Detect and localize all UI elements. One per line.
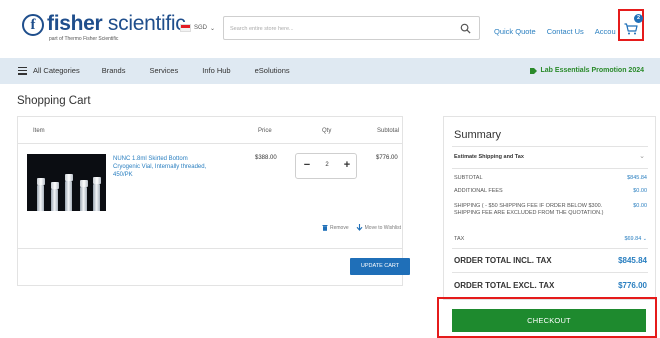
estimate-shipping-toggle[interactable]: Estimate Shipping and Tax [454,154,524,160]
cart-items-panel: Item Price Qty Subtotal NUNC 1.8ml Skirt… [17,116,410,286]
currency-selector[interactable]: SGD ⌄ [180,24,215,32]
header-links: Quick Quote Contact Us Accou [494,27,616,36]
order-total-excl-row: ORDER TOTAL EXCL. TAX $776.00 [454,281,647,290]
move-to-wishlist-button[interactable]: Move to Wishlist [356,224,401,231]
tax-label: TAX [454,236,465,242]
column-header-price: Price [258,128,272,134]
total-divider [452,272,648,273]
fees-label: ADDITIONAL FEES [454,188,503,194]
search-input[interactable] [230,22,450,35]
logo-wordmark: fisher scientific [47,12,186,35]
chevron-down-icon[interactable]: ⌄ [639,152,645,160]
nav-info-hub[interactable]: Info Hub [202,66,230,75]
search-icon[interactable] [460,23,471,34]
order-total-incl-row: ORDER TOTAL INCL. TAX $845.84 [454,256,647,265]
update-cart-button[interactable]: UPDATE CART [350,258,410,275]
item-subtotal: $776.00 [376,155,398,161]
cart-count-badge: 2 [634,14,643,23]
main-navigation: All Categories Brands Services Info Hub … [0,58,660,84]
nav-services[interactable]: Services [149,66,178,75]
site-header: f fisher scientific part of Thermo Fishe… [0,0,660,58]
fees-value: $0.00 [633,188,647,194]
page-title: Shopping Cart [17,95,91,107]
summary-title: Summary [454,129,502,141]
product-name-link[interactable]: NUNC 1.8ml Skirted Bottom Cryogenic Vial… [113,155,208,179]
increase-quantity-button[interactable]: + [340,159,354,173]
subtotal-row: SUBTOTAL $845.84 [454,175,647,182]
currency-label: SGD [194,25,208,31]
total-incl-value: $845.84 [618,256,647,265]
column-header-item: Item [33,128,45,134]
total-excl-value: $776.00 [618,281,647,290]
column-header-subtotal: Subtotal [377,128,400,134]
quantity-value[interactable]: 2 [321,162,333,168]
estimate-divider [452,168,648,169]
chevron-down-icon: ⌄ [210,25,216,32]
subtotal-label: SUBTOTAL [454,175,483,181]
shipping-row: SHIPPING ( - $50 SHIPPING FEE IF ORDER B… [454,203,647,217]
quick-quote-link[interactable]: Quick Quote [494,27,536,36]
nav-esolutions[interactable]: eSolutions [255,66,290,75]
logo-subtitle: part of Thermo Fisher Scientific [49,36,119,42]
remove-button[interactable]: Remove [322,224,349,231]
account-link[interactable]: Accou [595,27,616,36]
tax-row[interactable]: TAX $69.84 ⌄ [454,236,647,243]
shopping-cart-icon[interactable] [624,23,638,35]
total-excl-label: ORDER TOTAL EXCL. TAX [454,281,555,290]
header-divider [18,143,402,144]
contact-us-link[interactable]: Contact Us [547,27,584,36]
quantity-stepper: − 2 + [295,153,357,179]
total-incl-label: ORDER TOTAL INCL. TAX [454,256,552,265]
promo-label: Lab Essentials Promotion 2024 [540,67,644,74]
search-bar [223,16,480,40]
summary-title-divider [452,146,648,147]
shipping-value: $0.00 [633,203,647,209]
wishlist-label: Move to Wishlist [364,224,402,231]
nav-brands[interactable]: Brands [102,66,126,75]
shipping-label: SHIPPING ( - $50 SHIPPING FEE IF ORDER B… [454,203,604,216]
tag-icon [529,67,537,74]
item-actions: Remove Move to Wishlist [322,224,408,231]
remove-label: Remove [330,224,349,231]
tax-value: $69.84 [624,236,642,242]
singapore-flag-icon [180,24,191,32]
checkout-button[interactable]: CHECKOUT [452,309,646,332]
product-image[interactable] [27,154,106,211]
nav-all-categories[interactable]: All Categories [33,66,80,75]
trash-icon [322,225,328,231]
fisher-scientific-logo[interactable]: f fisher scientific part of Thermo Fishe… [22,12,186,48]
column-header-qty: Qty [322,128,332,134]
promo-link[interactable]: Lab Essentials Promotion 2024 [529,67,644,74]
item-price: $388.00 [255,155,277,161]
arrow-down-icon [356,224,363,231]
decrease-quantity-button[interactable]: − [300,159,314,173]
chevron-down-icon: ⌄ [642,236,647,242]
additional-fees-row: ADDITIONAL FEES $0.00 [454,188,647,195]
hamburger-menu-icon[interactable] [18,66,27,75]
tax-value-group: $69.84 ⌄ [624,236,647,242]
subtotal-value: $845.84 [627,175,647,181]
logo-mark: f [22,14,44,36]
cart-highlight-box: 2 [618,9,644,41]
order-summary-panel: Summary Estimate Shipping and Tax ⌄ SUBT… [443,116,656,300]
item-divider [18,248,402,249]
tax-divider [452,248,648,249]
